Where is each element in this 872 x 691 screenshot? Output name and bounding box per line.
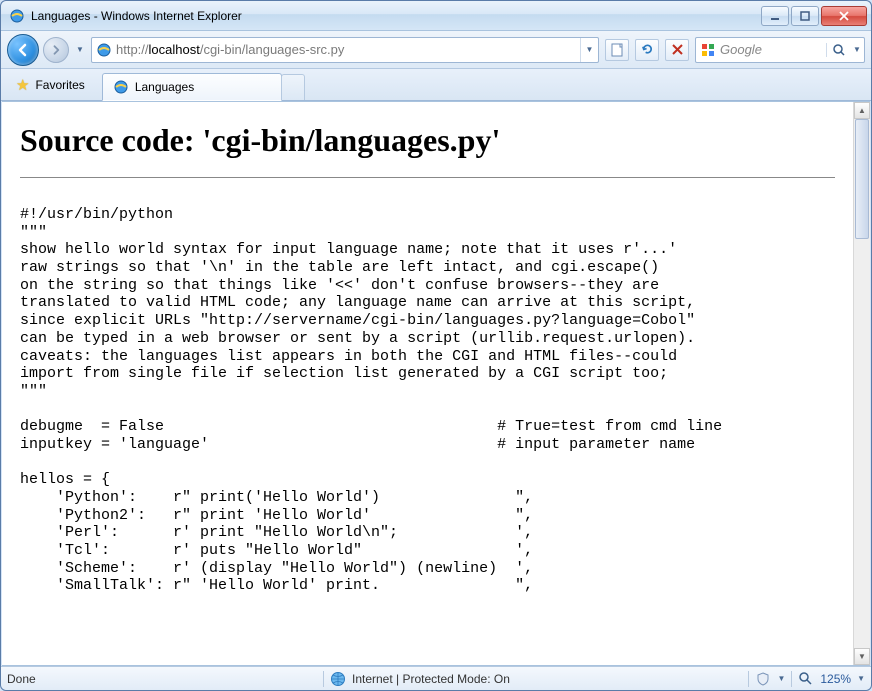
magnifier-icon xyxy=(832,43,846,57)
navigation-bar: ▼ http://localhost/cgi-bin/languages-src… xyxy=(1,31,871,69)
page-heading: Source code: 'cgi-bin/languages.py' xyxy=(20,122,835,159)
search-button[interactable] xyxy=(826,43,850,57)
url-scheme: http:// xyxy=(116,42,149,57)
chevron-down-icon[interactable]: ▼ xyxy=(777,674,785,683)
back-button[interactable] xyxy=(7,34,39,66)
compatibility-button[interactable] xyxy=(605,39,629,61)
url-path: /cgi-bin/languages-src.py xyxy=(200,42,345,57)
zone-text: Internet | Protected Mode: On xyxy=(352,672,510,686)
divider xyxy=(20,177,835,178)
favorites-label: Favorites xyxy=(35,78,84,92)
arrow-right-icon xyxy=(50,44,62,56)
arrow-left-icon xyxy=(15,42,31,58)
status-bar: Done Internet | Protected Mode: On ▼ 125… xyxy=(1,666,871,690)
shield-icon[interactable] xyxy=(755,671,771,687)
address-bar-text[interactable]: http://localhost/cgi-bin/languages-src.p… xyxy=(116,42,580,57)
refresh-icon xyxy=(641,43,654,56)
scroll-up-button[interactable]: ▲ xyxy=(854,102,870,119)
star-icon: ★ xyxy=(16,76,29,94)
ie-icon xyxy=(96,42,112,58)
url-host: localhost xyxy=(149,42,200,57)
page-icon xyxy=(610,43,624,57)
vertical-scrollbar[interactable]: ▲ ▼ xyxy=(853,102,870,665)
source-code: #!/usr/bin/python """ show hello world s… xyxy=(20,206,835,595)
zoom-level[interactable]: 125% xyxy=(820,672,851,686)
close-icon xyxy=(839,11,849,21)
chevron-down-icon: ▼ xyxy=(586,45,594,54)
minimize-icon xyxy=(770,11,780,21)
chevron-down-icon: ▼ xyxy=(76,45,84,54)
tab-active[interactable]: Languages xyxy=(102,73,282,101)
chevron-up-icon: ▲ xyxy=(858,106,866,115)
stop-icon xyxy=(672,44,683,55)
status-text: Done xyxy=(7,672,317,686)
status-separator xyxy=(748,671,749,687)
page-body: Source code: 'cgi-bin/languages.py' #!/u… xyxy=(2,102,853,665)
recent-pages-dropdown[interactable]: ▼ xyxy=(73,37,87,63)
search-box[interactable]: Google ▼ xyxy=(695,37,865,63)
minimize-button[interactable] xyxy=(761,6,789,26)
status-separator xyxy=(323,671,324,687)
zoom-icon[interactable] xyxy=(798,671,814,687)
forward-button[interactable] xyxy=(43,37,69,63)
tab-title: Languages xyxy=(135,80,194,94)
scroll-track[interactable] xyxy=(854,119,870,648)
chevron-down-icon: ▼ xyxy=(853,45,861,54)
window-controls xyxy=(761,6,867,26)
chevron-down-icon[interactable]: ▼ xyxy=(857,674,865,683)
maximize-icon xyxy=(800,11,810,21)
ie-icon xyxy=(113,79,129,95)
tab-bar: ★ Favorites Languages xyxy=(1,69,871,101)
search-placeholder: Google xyxy=(720,42,826,57)
scroll-thumb[interactable] xyxy=(855,119,869,239)
close-button[interactable] xyxy=(821,6,867,26)
address-bar[interactable]: http://localhost/cgi-bin/languages-src.p… xyxy=(91,37,599,63)
favorites-button[interactable]: ★ Favorites xyxy=(5,72,96,98)
address-dropdown[interactable]: ▼ xyxy=(580,38,598,62)
search-dropdown[interactable]: ▼ xyxy=(850,45,864,54)
new-tab-button[interactable] xyxy=(281,74,305,100)
ie-icon xyxy=(9,8,25,24)
scroll-down-button[interactable]: ▼ xyxy=(854,648,870,665)
google-icon xyxy=(700,42,716,58)
globe-icon xyxy=(330,671,346,687)
window-title: Languages - Windows Internet Explorer xyxy=(31,9,761,23)
maximize-button[interactable] xyxy=(791,6,819,26)
chevron-down-icon: ▼ xyxy=(858,652,866,661)
security-zone[interactable]: Internet | Protected Mode: On xyxy=(330,671,742,687)
content-frame: Source code: 'cgi-bin/languages.py' #!/u… xyxy=(2,101,870,666)
title-bar: Languages - Windows Internet Explorer xyxy=(1,1,871,31)
status-separator xyxy=(791,671,792,687)
stop-button[interactable] xyxy=(665,39,689,61)
refresh-button[interactable] xyxy=(635,39,659,61)
